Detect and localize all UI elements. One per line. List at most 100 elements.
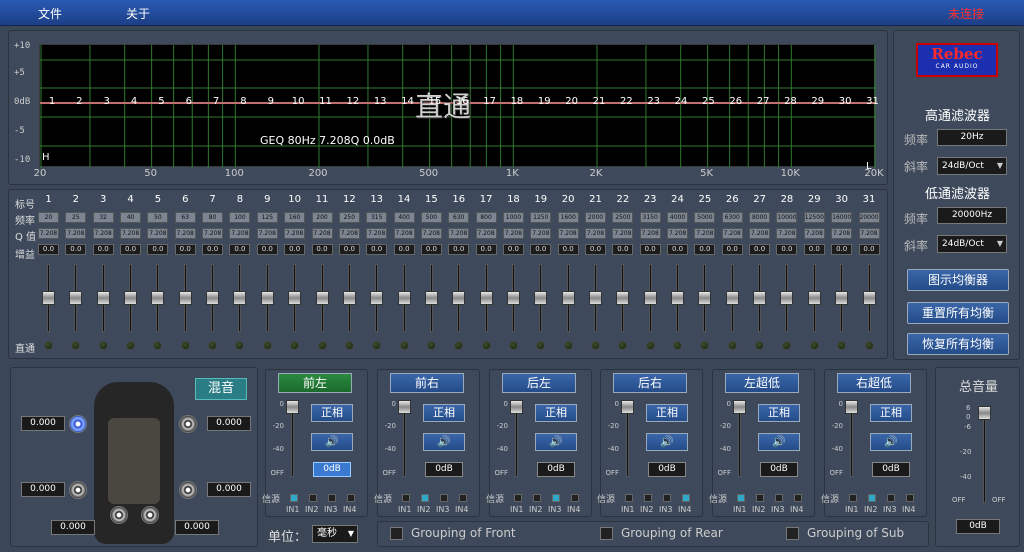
channel-gain-value[interactable]: 0dB xyxy=(648,462,686,477)
band-freq-input[interactable]: 2000 xyxy=(585,212,606,223)
band-gain-slider[interactable] xyxy=(479,291,493,305)
band-gain-input[interactable]: 0.0 xyxy=(776,244,798,255)
graph-band-number[interactable]: 7 xyxy=(213,96,219,107)
band-gain-slider[interactable] xyxy=(206,291,220,305)
band-gain-input[interactable]: 0.0 xyxy=(256,244,278,255)
channel-title-button[interactable]: 后左 xyxy=(502,373,576,393)
channel-gain-value[interactable]: 0dB xyxy=(872,462,910,477)
band-q-input[interactable]: 7.208 xyxy=(311,228,333,239)
graph-band-number[interactable]: 23 xyxy=(647,96,660,107)
band-freq-input[interactable]: 25 xyxy=(65,212,87,223)
band-freq-input[interactable]: 4000 xyxy=(667,212,689,223)
band-gain-slider[interactable] xyxy=(315,291,329,305)
delay-front-left[interactable]: 0.000 xyxy=(21,416,65,431)
source-checkbox[interactable] xyxy=(868,494,876,502)
graph-band-number[interactable]: 29 xyxy=(811,96,824,107)
band-bypass-led[interactable] xyxy=(344,341,354,350)
band-q-input[interactable]: 7.208 xyxy=(475,228,497,239)
source-checkbox[interactable] xyxy=(737,494,745,502)
band-gain-input[interactable]: 0.0 xyxy=(311,244,333,255)
channel-title-button[interactable]: 右超低 xyxy=(837,373,911,393)
band-q-input[interactable]: 7.208 xyxy=(366,228,388,239)
graph-band-number[interactable]: 25 xyxy=(702,96,715,107)
source-checkbox[interactable] xyxy=(309,494,317,502)
channel-title-button[interactable]: 前右 xyxy=(390,373,464,393)
graph-band-number[interactable]: 27 xyxy=(757,96,770,107)
channel-gain-value[interactable]: 0dB xyxy=(313,462,351,477)
speaker-rear-right-icon[interactable] xyxy=(179,481,197,499)
graph-band-number[interactable]: 16 xyxy=(456,96,469,107)
band-gain-input[interactable]: 0.0 xyxy=(612,244,634,255)
source-checkbox[interactable] xyxy=(794,494,802,502)
delay-rear-left[interactable]: 0.000 xyxy=(21,482,65,497)
graph-band-number[interactable]: 17 xyxy=(483,96,496,107)
band-bypass-led[interactable] xyxy=(153,341,163,350)
graph-band-number[interactable]: 11 xyxy=(319,96,332,107)
graph-band-number[interactable]: 6 xyxy=(186,96,192,107)
band-freq-input[interactable]: 20 xyxy=(38,212,59,223)
channel-gain-slider[interactable] xyxy=(733,400,746,414)
band-bypass-led[interactable] xyxy=(591,341,600,350)
graph-band-number[interactable]: 4 xyxy=(131,96,137,107)
band-q-input[interactable]: 7.208 xyxy=(612,228,634,239)
source-checkbox[interactable] xyxy=(533,494,541,502)
channel-gain-slider[interactable] xyxy=(398,400,411,414)
band-freq-input[interactable]: 125 xyxy=(256,212,278,223)
lp-slope-select[interactable]: 24dB/Oct xyxy=(937,235,1007,253)
band-q-input[interactable]: 7.208 xyxy=(202,228,224,239)
band-freq-input[interactable]: 80 xyxy=(202,212,224,223)
graph-band-number[interactable]: 18 xyxy=(511,96,524,107)
source-checkbox[interactable] xyxy=(887,494,895,502)
band-freq-input[interactable]: 100 xyxy=(229,212,251,223)
source-checkbox[interactable] xyxy=(402,494,410,502)
mix-button[interactable]: 混音 xyxy=(195,378,247,400)
graph-band-number[interactable]: 20 xyxy=(565,96,578,107)
band-gain-slider[interactable] xyxy=(370,291,384,305)
band-gain-slider[interactable] xyxy=(342,291,356,305)
band-bypass-led[interactable] xyxy=(235,341,245,350)
band-gain-input[interactable]: 0.0 xyxy=(475,244,497,255)
graph-band-number[interactable]: 3 xyxy=(104,96,110,107)
unit-select[interactable]: 毫秒 xyxy=(312,525,358,543)
band-bypass-led[interactable] xyxy=(180,341,190,350)
band-bypass-led[interactable] xyxy=(700,341,710,350)
delay-front-right[interactable]: 0.000 xyxy=(207,416,251,431)
band-q-input[interactable]: 7.208 xyxy=(147,228,169,239)
source-checkbox[interactable] xyxy=(625,494,633,502)
source-checkbox[interactable] xyxy=(682,494,690,502)
band-gain-input[interactable]: 0.0 xyxy=(694,244,716,255)
band-freq-input[interactable]: 1600 xyxy=(557,212,579,223)
band-bypass-led[interactable] xyxy=(372,341,382,350)
band-freq-input[interactable]: 20000 xyxy=(858,212,880,223)
graph-band-number[interactable]: 1 xyxy=(49,96,55,107)
band-gain-input[interactable]: 0.0 xyxy=(502,244,524,255)
graph-band-number[interactable]: 8 xyxy=(240,96,246,107)
source-checkbox[interactable] xyxy=(421,494,429,502)
band-gain-slider[interactable] xyxy=(124,291,138,305)
band-gain-input[interactable]: 0.0 xyxy=(65,244,87,255)
band-freq-input[interactable]: 8000 xyxy=(749,212,771,223)
band-bypass-led[interactable] xyxy=(317,341,327,350)
phase-button[interactable]: 正相 xyxy=(758,404,800,422)
band-q-input[interactable]: 7.208 xyxy=(858,228,880,239)
source-checkbox[interactable] xyxy=(290,494,298,502)
band-bypass-led[interactable] xyxy=(262,341,272,350)
band-gain-input[interactable]: 0.0 xyxy=(585,244,606,255)
band-gain-slider[interactable] xyxy=(753,291,767,305)
band-gain-input[interactable]: 0.0 xyxy=(284,244,306,255)
speaker-rear-left-icon[interactable] xyxy=(69,481,87,499)
band-bypass-led[interactable] xyxy=(782,341,792,350)
band-freq-input[interactable]: 5000 xyxy=(694,212,716,223)
graph-band-number[interactable]: 31 xyxy=(866,96,879,107)
channel-gain-slider[interactable] xyxy=(286,400,299,414)
band-freq-input[interactable]: 32 xyxy=(92,212,114,223)
band-gain-slider[interactable] xyxy=(780,291,794,305)
band-q-input[interactable]: 7.208 xyxy=(420,228,442,239)
source-checkbox[interactable] xyxy=(440,494,448,502)
band-q-input[interactable]: 7.208 xyxy=(284,228,306,239)
band-gain-input[interactable]: 0.0 xyxy=(858,244,880,255)
graph-band-number[interactable]: 10 xyxy=(292,96,305,107)
band-q-input[interactable]: 7.208 xyxy=(667,228,689,239)
phase-button[interactable]: 正相 xyxy=(423,404,465,422)
master-volume-slider[interactable] xyxy=(978,406,991,420)
